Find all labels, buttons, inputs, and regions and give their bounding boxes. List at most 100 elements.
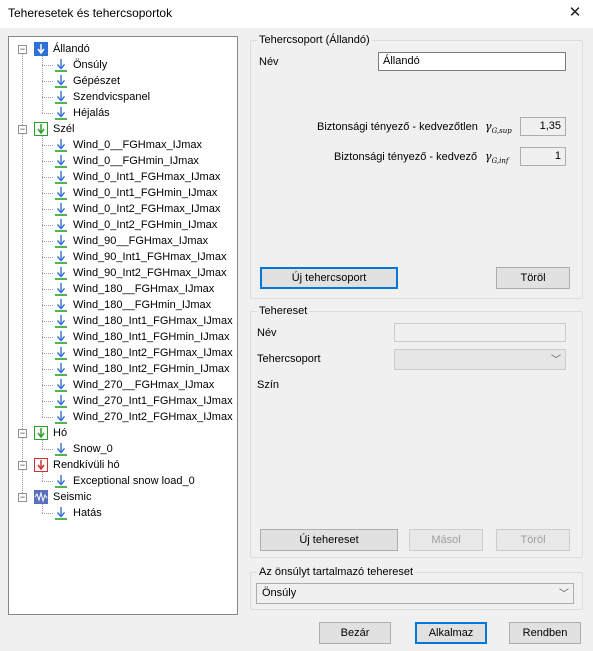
title-bar: Teheresetek és tehercsoportok ✕: [0, 0, 593, 28]
load-case-icon: [54, 378, 68, 392]
unfavourable-factor-label: Biztonsági tényező - kedvezőtlen: [317, 121, 478, 133]
load-case-icon: [54, 106, 68, 120]
apply-button[interactable]: Alkalmaz: [415, 622, 487, 644]
tree-node-label: Rendkívüli hó: [53, 459, 120, 471]
load-case-icon: [54, 282, 68, 296]
load-case-icon: [54, 74, 68, 88]
close-button[interactable]: Bezár: [319, 622, 391, 644]
tree-load-case-node[interactable]: Wind_180__FGHmin_IJmax: [9, 297, 237, 313]
tree-node-label: Hatás: [73, 507, 102, 519]
collapse-icon[interactable]: −: [18, 461, 27, 470]
tree-node-label: Wind_0__FGHmin_IJmax: [73, 155, 199, 167]
gamma-inf-symbol: γG,inf: [485, 150, 509, 166]
load-case-name-input[interactable]: [394, 323, 566, 342]
load-case-color-label: Szín: [257, 379, 280, 391]
tree-node-label: Gépészet: [73, 75, 121, 87]
tree-load-case-node[interactable]: Wind_180_Int2_FGHmax_IJmax: [9, 345, 237, 361]
tree-node-label: Wind_180_Int2_FGHmax_IJmax: [73, 347, 233, 359]
copy-load-case-button[interactable]: Másol: [409, 529, 483, 551]
self-weight-load-case-select[interactable]: Önsúly ﹀: [256, 583, 574, 604]
tree-load-case-node[interactable]: Wind_90__FGHmax_IJmax: [9, 233, 237, 249]
tree-load-case-node[interactable]: Wind_90_Int1_FGHmax_IJmax: [9, 249, 237, 265]
load-group-panel: Tehercsoport (Állandó) Név Állandó Bizto…: [250, 34, 583, 299]
load-case-icon: [54, 154, 68, 168]
tree-load-case-node[interactable]: Önsúly: [9, 57, 237, 73]
load-case-icon: [54, 298, 68, 312]
tree-node-label: Wind_180__FGHmax_IJmax: [73, 283, 215, 295]
tree-node-label: Wind_90__FGHmax_IJmax: [73, 235, 209, 247]
tree-group-node[interactable]: − Rendkívüli hó: [9, 457, 237, 473]
load-case-icon: [54, 202, 68, 216]
variable-load-icon: [34, 122, 48, 136]
close-icon[interactable]: ✕: [563, 2, 587, 24]
load-case-icon: [54, 474, 68, 488]
self-weight-legend: Az önsúlyt tartalmazó tehereset: [257, 566, 416, 578]
load-case-icon: [54, 250, 68, 264]
favourable-factor-label: Biztonsági tényező - kedvező: [334, 151, 478, 163]
unfavourable-factor-value[interactable]: 1,35: [520, 117, 566, 136]
load-case-icon: [54, 362, 68, 376]
tree-load-case-node[interactable]: Exceptional snow load_0: [9, 473, 237, 489]
load-case-icon: [54, 58, 68, 72]
tree-load-case-node[interactable]: Snow_0: [9, 441, 237, 457]
tree-node-label: Wind_90_Int1_FGHmax_IJmax: [73, 251, 227, 263]
tree-load-case-node[interactable]: Szendvicspanel: [9, 89, 237, 105]
tree-group-node[interactable]: − Állandó: [9, 41, 237, 57]
load-case-icon: [54, 330, 68, 344]
tree-load-case-node[interactable]: Wind_0_Int1_FGHmax_IJmax: [9, 169, 237, 185]
tree-node-label: Wind_0_Int2_FGHmax_IJmax: [73, 203, 221, 215]
tree-load-case-node[interactable]: Wind_180_Int1_FGHmax_IJmax: [9, 313, 237, 329]
tree-load-case-node[interactable]: Gépészet: [9, 73, 237, 89]
tree-node-label: Wind_180_Int2_FGHmin_IJmax: [73, 363, 230, 375]
tree-load-case-node[interactable]: Wind_0_Int1_FGHmin_IJmax: [9, 185, 237, 201]
load-case-group-select[interactable]: ﹀: [394, 349, 566, 370]
seismic-load-icon: [34, 490, 48, 504]
load-case-icon: [54, 138, 68, 152]
collapse-icon[interactable]: −: [18, 429, 27, 438]
tree-node-label: Hó: [53, 427, 68, 439]
load-tree[interactable]: − Állandó Önsúly Gépészet Szendvicspanel…: [8, 36, 238, 615]
load-group-name-label: Név: [259, 56, 279, 68]
tree-load-case-node[interactable]: Hatás: [9, 505, 237, 521]
delete-load-case-button[interactable]: Töröl: [496, 529, 570, 551]
tree-group-node[interactable]: − Szél: [9, 121, 237, 137]
tree-load-case-node[interactable]: Wind_270_Int1_FGHmax_IJmax: [9, 393, 237, 409]
tree-load-case-node[interactable]: Wind_180_Int2_FGHmin_IJmax: [9, 361, 237, 377]
tree-node-label: Wind_180__FGHmin_IJmax: [73, 299, 212, 311]
load-case-icon: [54, 90, 68, 104]
collapse-icon[interactable]: −: [18, 45, 27, 54]
favourable-factor-value[interactable]: 1: [520, 147, 566, 166]
gamma-sup-symbol: γG,sup: [485, 120, 512, 136]
collapse-icon[interactable]: −: [18, 493, 27, 502]
load-group-name-input[interactable]: Állandó: [378, 52, 566, 71]
chevron-down-icon: ﹀: [551, 355, 561, 366]
tree-group-node[interactable]: − Hó: [9, 425, 237, 441]
tree-load-case-node[interactable]: Wind_90_Int2_FGHmax_IJmax: [9, 265, 237, 281]
tree-load-case-node[interactable]: Wind_0_Int2_FGHmin_IJmax: [9, 217, 237, 233]
tree-load-case-node[interactable]: Wind_0_Int2_FGHmax_IJmax: [9, 201, 237, 217]
tree-load-case-node[interactable]: Wind_180_Int1_FGHmin_IJmax: [9, 329, 237, 345]
load-case-icon: [54, 442, 68, 456]
tree-load-case-node[interactable]: Wind_180__FGHmax_IJmax: [9, 281, 237, 297]
new-load-case-button[interactable]: Új tehereset: [260, 529, 398, 551]
ok-button[interactable]: Rendben: [509, 622, 581, 644]
load-case-icon: [54, 170, 68, 184]
load-case-icon: [54, 218, 68, 232]
tree-load-case-node[interactable]: Wind_0__FGHmax_IJmax: [9, 137, 237, 153]
permanent-load-icon: [34, 42, 48, 56]
new-load-group-button[interactable]: Új tehercsoport: [260, 267, 398, 289]
tree-node-label: Wind_180_Int1_FGHmin_IJmax: [73, 331, 230, 343]
load-case-icon: [54, 266, 68, 280]
load-case-icon: [54, 506, 68, 520]
collapse-icon[interactable]: −: [18, 125, 27, 134]
tree-load-case-node[interactable]: Wind_270_Int2_FGHmax_IJmax: [9, 409, 237, 425]
tree-group-node[interactable]: − Seismic: [9, 489, 237, 505]
tree-load-case-node[interactable]: Wind_270__FGHmax_IJmax: [9, 377, 237, 393]
tree-load-case-node[interactable]: Wind_0__FGHmin_IJmax: [9, 153, 237, 169]
tree-node-label: Seismic: [53, 491, 92, 503]
load-case-icon: [54, 410, 68, 424]
tree-load-case-node[interactable]: Héjalás: [9, 105, 237, 121]
delete-load-group-button[interactable]: Töröl: [496, 267, 570, 289]
tree-node-label: Önsúly: [73, 59, 108, 71]
load-case-icon: [54, 234, 68, 248]
